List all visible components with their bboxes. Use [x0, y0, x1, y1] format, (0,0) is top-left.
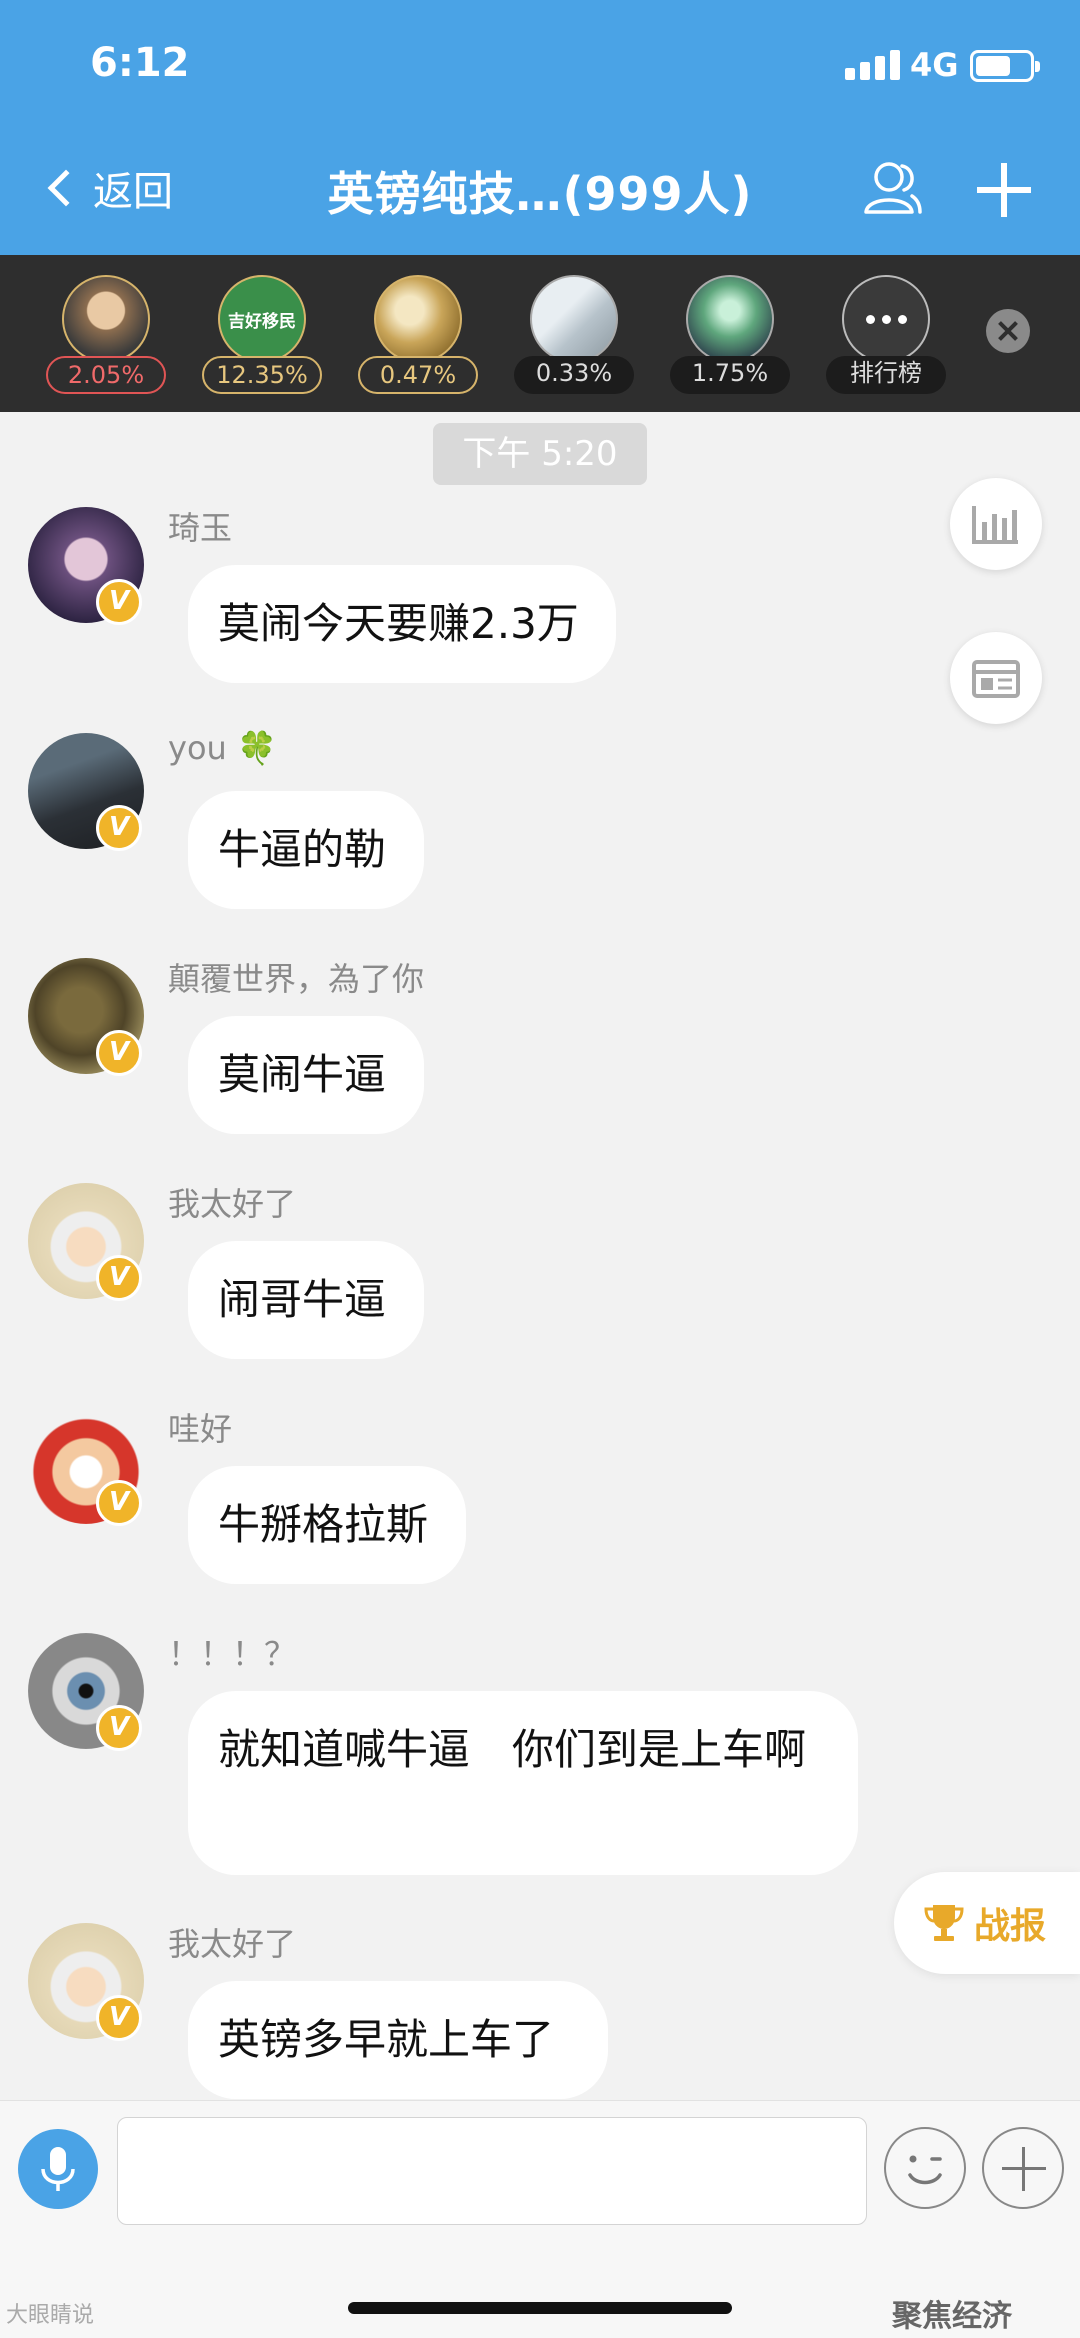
trophy-icon [924, 1905, 964, 1941]
rank-percent: 1.75% [670, 356, 790, 394]
rank-item[interactable]: 吉好移民 12.35% [202, 275, 322, 395]
verified-badge-icon: V [96, 1705, 142, 1751]
verified-badge-icon: V [96, 805, 142, 851]
jihao-immigration-avatar: 吉好移民 [218, 275, 306, 363]
status-time: 6:12 [90, 40, 190, 86]
bar-chart-icon [972, 506, 1018, 544]
message-bubble[interactable]: 莫闹牛逼 [188, 1016, 424, 1134]
microphone-icon [41, 2147, 75, 2191]
verified-badge-icon: V [96, 1995, 142, 2041]
home-indicator [348, 2302, 732, 2314]
verified-badge-icon: V [96, 1030, 142, 1076]
attach-button[interactable] [982, 2127, 1064, 2209]
news-button[interactable] [950, 632, 1042, 724]
rank-percent: 0.47% [358, 356, 478, 394]
verified-badge-icon: V [96, 579, 142, 625]
more-icon [842, 275, 930, 363]
rank-percent: 12.35% [202, 356, 322, 394]
monk-avatar [62, 275, 150, 363]
input-bar: 大眼睛说 聚焦经济 [0, 2100, 1080, 2338]
news-icon [972, 660, 1020, 698]
rank-percent: 2.05% [46, 356, 166, 394]
sender-name: 琦玉 [168, 509, 233, 547]
avatar-text: 吉好移民 [228, 311, 296, 332]
message-bubble[interactable]: 闹哥牛逼 [188, 1241, 424, 1359]
message-bubble[interactable]: 就知道喊牛逼 你们到是上车啊 [188, 1691, 858, 1875]
sender-name: ！！！？ [168, 1635, 297, 1673]
battle-report-label: 战报 [974, 1906, 1047, 1947]
group-members-icon[interactable] [862, 160, 924, 216]
network-label: 4G [910, 46, 959, 84]
message-bubble[interactable]: 英镑多早就上车了 [188, 1981, 608, 2099]
verified-badge-icon: V [96, 1480, 142, 1526]
emoji-button[interactable] [884, 2127, 966, 2209]
message-bubble[interactable]: 牛掰格拉斯 [188, 1466, 466, 1584]
sender-name: 哇好 [168, 1410, 233, 1448]
rank-item[interactable]: 2.05% [46, 275, 166, 395]
ranking-strip: 2.05% 吉好移民 12.35% 0.47% 0.33% 1.75% 排行榜 [0, 255, 1080, 412]
message-bubble[interactable]: 莫闹今天要赚2.3万 [188, 565, 616, 683]
gold-map-avatar [374, 275, 462, 363]
smiley-icon [908, 2155, 942, 2185]
battle-report-button[interactable]: 战报 [894, 1872, 1080, 1974]
watermark-left: 大眼睛说 [6, 2303, 95, 2328]
rank-item[interactable]: 0.47% [358, 275, 478, 395]
message-input[interactable] [117, 2117, 867, 2225]
voice-button[interactable] [18, 2129, 98, 2209]
chart-button[interactable] [950, 478, 1042, 570]
aurora-avatar [686, 275, 774, 363]
sender-name: you 🍀 [168, 729, 277, 767]
sender-name: 顛覆世界，為了你 [168, 960, 425, 998]
message-bubble[interactable]: 牛逼的勒 [188, 791, 424, 909]
battery-icon [970, 50, 1040, 82]
time-divider: 下午 5:20 [433, 423, 647, 485]
rank-percent: 0.33% [514, 356, 634, 394]
stairs-avatar [530, 275, 618, 363]
rank-item[interactable]: 0.33% [514, 275, 634, 395]
sender-name: 我太好了 [168, 1185, 297, 1223]
leaderboard-label: 排行榜 [826, 356, 946, 394]
sender-name: 我太好了 [168, 1925, 297, 1963]
leaderboard-button[interactable]: 排行榜 [826, 275, 946, 395]
signal-icon [845, 50, 905, 80]
close-icon[interactable] [986, 309, 1030, 353]
rank-item[interactable]: 1.75% [670, 275, 790, 395]
watermark-right: 聚焦经济 [892, 2299, 1012, 2334]
verified-badge-icon: V [96, 1255, 142, 1301]
add-icon[interactable] [977, 163, 1031, 217]
app-header: 6:12 4G 返回 英镑纯技…(999人) [0, 0, 1080, 255]
